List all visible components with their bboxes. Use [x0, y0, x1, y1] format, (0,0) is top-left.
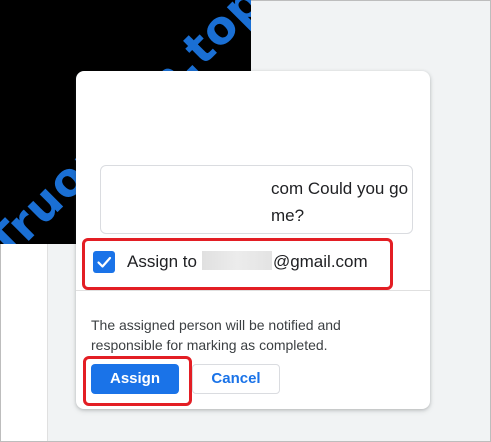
assign-email-suffix: @gmail.com	[272, 252, 368, 271]
assign-checkbox[interactable]	[93, 251, 115, 273]
comment-text: com Could you go me?	[101, 166, 431, 229]
comment-line-2: me?	[271, 206, 305, 225]
comment-input[interactable]: com Could you go me?	[100, 165, 413, 234]
assign-notice: The assigned person will be notified and…	[91, 317, 341, 353]
cancel-button[interactable]: Cancel	[192, 364, 280, 394]
assign-label-prefix: Assign to	[127, 252, 197, 271]
comment-line-1: com Could you go	[271, 179, 409, 198]
email-redaction	[201, 251, 272, 270]
assign-label: Assign to @gmail.com	[127, 251, 368, 273]
assign-button[interactable]: Assign	[91, 364, 179, 394]
check-icon	[97, 256, 112, 268]
dialog-divider	[76, 290, 430, 291]
